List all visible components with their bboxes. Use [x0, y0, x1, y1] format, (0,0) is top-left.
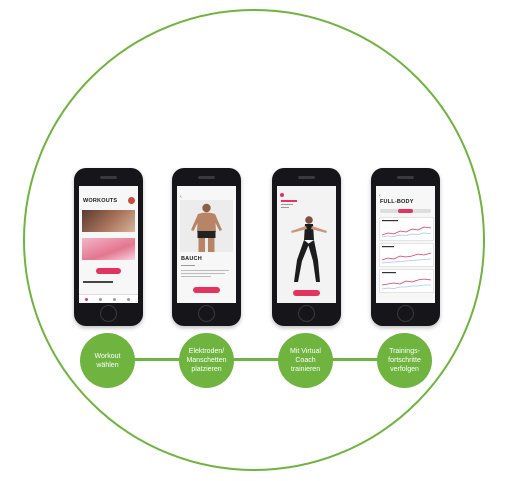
section-line [83, 281, 113, 283]
home-button [397, 305, 414, 322]
phone-screen-workouts: WORKOUTS [79, 186, 138, 303]
tab-icon[interactable] [127, 297, 130, 301]
close-icon[interactable] [280, 193, 284, 197]
tab-bar [79, 294, 138, 303]
progress-chart-card [379, 217, 434, 241]
start-button[interactable] [96, 268, 121, 274]
phone-speaker [397, 176, 414, 179]
progress-chart-card [379, 243, 434, 267]
home-button [198, 305, 215, 322]
text-line [181, 270, 229, 271]
exercise-title-line [281, 200, 297, 202]
step-connector [326, 358, 383, 361]
phone-speaker [100, 176, 117, 179]
profile-avatar [128, 197, 135, 204]
line-chart-icon [381, 272, 432, 290]
phone-speaker [198, 176, 215, 179]
exercise-sub-line [281, 207, 289, 208]
text-line [181, 273, 225, 274]
phone-screen-electrodes: ‹ BAUCH [177, 186, 236, 303]
athlete-figure-icon [191, 203, 222, 252]
screen-title: FULL-BODY [380, 199, 414, 205]
line-chart-icon [381, 220, 432, 238]
step-connector [128, 358, 185, 361]
screen-title: WORKOUTS [83, 198, 118, 204]
exercise-sub-line [281, 204, 293, 205]
text-line [181, 265, 195, 266]
step-connector [227, 358, 284, 361]
tab-icon[interactable] [85, 297, 88, 301]
continue-button[interactable] [193, 287, 220, 293]
home-button [298, 305, 315, 322]
tab-icon[interactable] [113, 297, 116, 301]
phone-virtual-coach [272, 168, 341, 326]
workout-image [82, 210, 135, 232]
stop-button[interactable] [293, 290, 320, 296]
step-choose-workout: Workout wählen [80, 333, 135, 388]
step-track-progress: Trainings- fortschritte verfolgen [377, 333, 432, 388]
screen-title: BAUCH [181, 256, 202, 262]
segmented-control[interactable] [380, 209, 431, 213]
text-line [181, 276, 211, 277]
body-image [180, 200, 233, 252]
coach-figure-icon [291, 216, 327, 282]
progress-chart-card [379, 269, 434, 293]
phone-electrodes: ‹ BAUCH [172, 168, 241, 326]
home-button [100, 305, 117, 322]
line-chart-icon [381, 246, 432, 264]
phone-speaker [298, 176, 315, 179]
workout-image [82, 238, 135, 260]
step-place-electrodes: Elektroden/ Manschetten platzieren [179, 333, 234, 388]
tab-icon[interactable] [99, 297, 102, 301]
segment-active[interactable] [398, 209, 413, 213]
phone-screen-progress: ‹ FULL-BODY [376, 186, 435, 303]
phone-screen-coach [277, 186, 336, 303]
step-train-with-coach: Mit Virtual Coach trainieren [278, 333, 333, 388]
phone-progress: ‹ FULL-BODY [371, 168, 440, 326]
phone-workouts: WORKOUTS [74, 168, 143, 326]
